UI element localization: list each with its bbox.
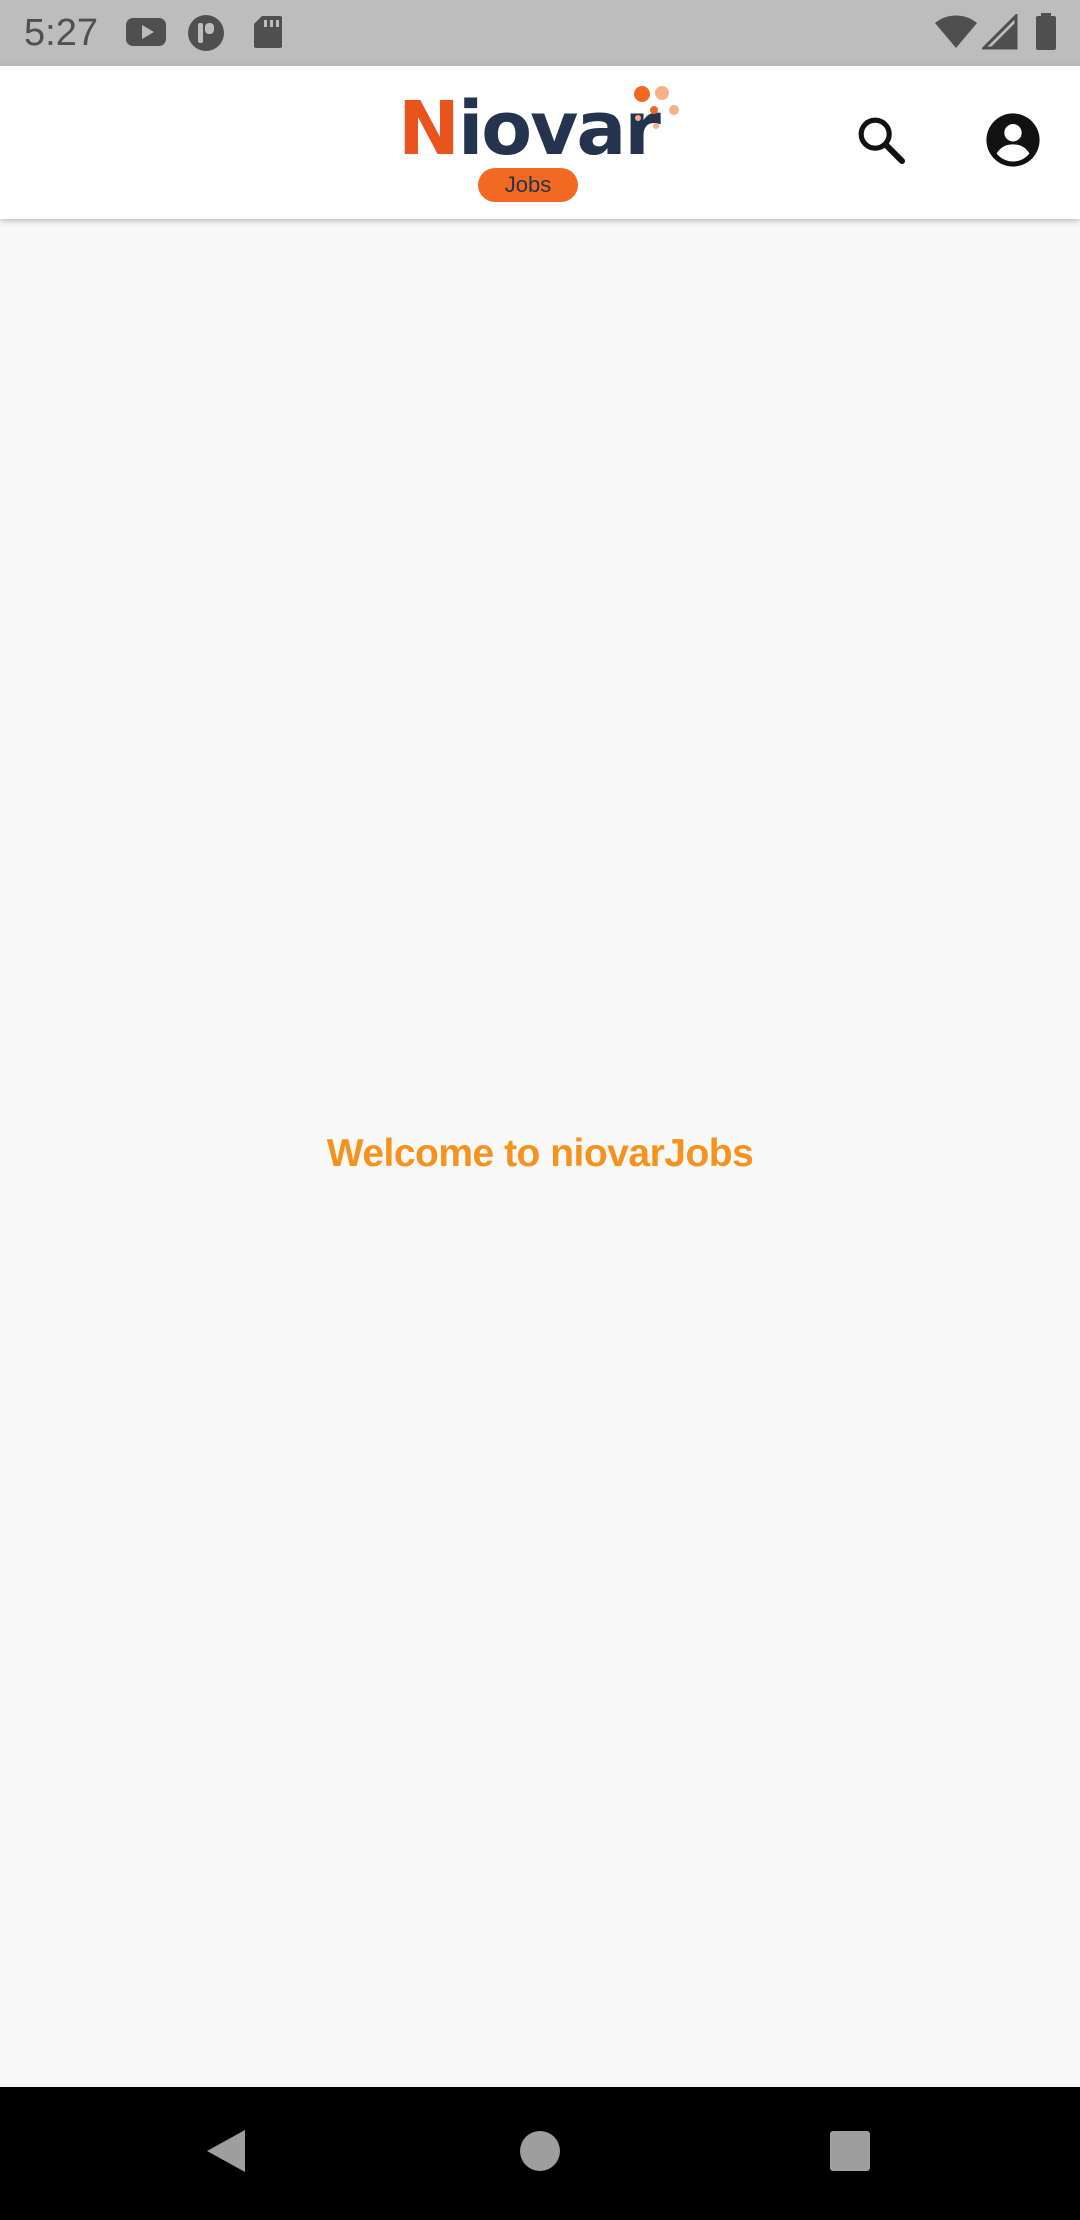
account-circle-icon — [984, 111, 1042, 174]
recents-button[interactable] — [810, 2113, 890, 2193]
main-content: Welcome to niovarJobs — [0, 219, 1080, 2087]
logo-wordmark: Niovar — [398, 86, 661, 172]
home-icon — [518, 2129, 562, 2178]
recents-icon — [828, 2129, 872, 2178]
cellular-icon — [980, 12, 1018, 55]
home-button[interactable] — [500, 2113, 580, 2193]
app-bar: Niovar Jobs — [0, 66, 1080, 219]
welcome-text: Welcome to niovarJobs — [326, 1132, 754, 1175]
back-button[interactable] — [186, 2113, 266, 2193]
account-button[interactable] — [973, 102, 1053, 182]
app-icon — [186, 14, 226, 59]
sd-card-icon — [252, 14, 284, 55]
status-bar: 5:27 — [0, 0, 1080, 66]
navigation-bar — [0, 2087, 1080, 2220]
back-icon — [203, 2126, 249, 2181]
search-button[interactable] — [841, 102, 921, 182]
search-icon — [853, 112, 909, 173]
battery-icon — [1034, 12, 1058, 57]
niovar-jobs-logo[interactable]: Niovar Jobs — [398, 84, 688, 204]
status-time: 5:27 — [24, 12, 98, 54]
logo-badge: Jobs — [478, 168, 578, 202]
wifi-icon — [934, 14, 978, 55]
youtube-icon — [124, 14, 168, 55]
logo-dots-icon — [634, 86, 679, 129]
